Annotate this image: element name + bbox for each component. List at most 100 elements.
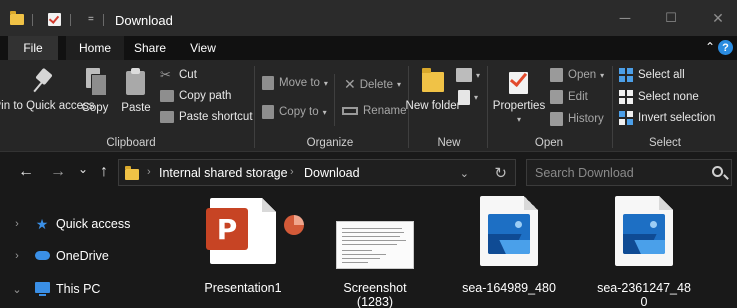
copy-path-button[interactable]: Copy path <box>160 90 231 102</box>
chevron-down-icon: ▾ <box>474 93 479 102</box>
customize-quick-access-button[interactable]: = <box>88 11 94 27</box>
divider <box>612 66 613 148</box>
group-label-open: Open <box>534 137 564 149</box>
tab-home[interactable]: Home <box>66 36 124 60</box>
paste-icon <box>125 68 147 96</box>
rename-label: Rename <box>363 105 407 117</box>
image-file-icon <box>615 196 673 266</box>
file-name-line-2: (1283) <box>356 295 394 308</box>
invert-selection-label: Invert selection <box>638 112 716 124</box>
copy-button[interactable]: Copy <box>80 68 110 115</box>
address-dropdown-icon[interactable]: ⌄ <box>460 167 469 180</box>
select-all-label: Select all <box>638 69 685 81</box>
open-button[interactable]: Open ▾ <box>550 68 604 82</box>
tab-file[interactable]: File <box>8 36 58 60</box>
file-name: Screenshot <box>343 281 407 295</box>
easy-access-icon <box>458 90 470 105</box>
forward-arrow-icon[interactable]: → <box>50 163 66 181</box>
file-name: sea-164989_480 <box>462 281 556 295</box>
chevron-right-icon[interactable]: › <box>0 218 34 230</box>
picture-icon <box>623 214 665 254</box>
divider <box>103 14 104 26</box>
collapse-ribbon-icon[interactable]: ⌃ <box>705 40 715 54</box>
select-all-button[interactable]: Select all <box>619 68 685 82</box>
invert-selection-button[interactable]: Invert selection <box>619 111 715 125</box>
powerpoint-icon: P <box>206 208 248 250</box>
select-none-button[interactable]: Select none <box>619 90 699 104</box>
sidebar-item-label: OneDrive <box>56 249 109 263</box>
tab-view[interactable]: View <box>176 36 230 60</box>
window-title: Download <box>115 13 173 28</box>
paste-shortcut-button[interactable]: Paste shortcut <box>160 111 253 123</box>
cloud-icon <box>34 249 50 263</box>
refresh-icon[interactable]: ↻ <box>494 164 507 182</box>
properties-quick-access-icon[interactable] <box>48 11 61 27</box>
edit-button[interactable]: Edit <box>550 90 588 104</box>
divider <box>487 66 488 148</box>
history-button[interactable]: History <box>550 112 604 126</box>
open-label: Open <box>568 69 597 81</box>
new-item-icon <box>456 68 472 82</box>
paste-label: Paste <box>121 102 151 114</box>
help-icon[interactable]: ? <box>718 40 733 55</box>
image-file-icon <box>480 196 538 266</box>
close-button[interactable]: ✕ <box>703 8 733 28</box>
copy-icon <box>84 68 107 96</box>
chevron-down-icon: ▾ <box>396 80 401 89</box>
group-label-clipboard: Clipboard <box>106 137 156 149</box>
minimize-button[interactable]: ─ <box>610 8 640 28</box>
open-icon <box>550 68 563 82</box>
move-to-icon <box>262 76 274 90</box>
move-to-button[interactable]: Move to ▾ <box>262 76 328 90</box>
search-icon[interactable] <box>712 166 723 177</box>
sidebar-item-onedrive[interactable]: › OneDrive <box>0 245 170 267</box>
tab-share[interactable]: Share <box>124 36 176 60</box>
sidebar-item-quick-access[interactable]: › ★ Quick access <box>0 213 170 235</box>
select-all-icon <box>619 68 633 82</box>
cut-button[interactable]: ✂ Cut <box>160 68 197 82</box>
properties-icon <box>507 68 531 94</box>
search-input[interactable]: Search Download <box>526 159 732 186</box>
address-bar[interactable]: › Internal shared storage › Download ⌄ ↻ <box>118 159 516 186</box>
chevron-down-icon: ▾ <box>600 70 605 80</box>
maximize-button[interactable]: ☐ <box>656 8 686 28</box>
history-label: History <box>568 113 604 125</box>
divider <box>32 14 33 26</box>
rename-icon <box>342 107 358 115</box>
chevron-down-icon[interactable]: ⌄ <box>0 283 34 296</box>
file-item[interactable]: P Presentation1 <box>174 193 312 308</box>
paste-button[interactable]: Paste <box>120 68 152 115</box>
invert-selection-icon <box>619 111 633 125</box>
recent-locations-icon[interactable]: ⌄ <box>78 162 88 176</box>
file-name-line-2: 0 <box>640 295 648 308</box>
breadcrumb-item[interactable]: Internal shared storage <box>159 166 288 180</box>
chevron-down-icon: ▾ <box>476 70 481 80</box>
properties-button[interactable]: Properties ▾ <box>492 68 546 126</box>
navigation-pane: › ★ Quick access › OneDrive ⌄ This PC <box>0 193 170 308</box>
folder-icon <box>10 10 24 27</box>
chevron-right-icon[interactable]: › <box>0 250 34 262</box>
navigation-bar: ← → ⌄ ↑ › Internal shared storage › Down… <box>0 153 737 193</box>
sidebar-item-this-pc[interactable]: ⌄ This PC <box>0 278 170 300</box>
new-folder-button[interactable]: New folder <box>406 68 460 113</box>
ribbon-tabs: File Home Share View ⌃ ? <box>0 36 737 60</box>
copy-path-icon <box>160 90 174 102</box>
file-item[interactable]: Screenshot (1283) <box>306 193 444 308</box>
new-item-button[interactable]: ▾ <box>456 68 480 82</box>
pin-to-quick-access-button[interactable]: Pin to Quick access <box>0 68 95 113</box>
copy-to-button[interactable]: Copy to ▾ <box>262 105 327 119</box>
up-arrow-icon[interactable]: ↑ <box>100 163 108 181</box>
rename-button[interactable]: Rename <box>342 105 406 117</box>
file-item[interactable]: sea-2361247_48 0 <box>575 193 713 308</box>
easy-access-button[interactable]: ▾ <box>458 90 478 105</box>
breadcrumb-item[interactable]: Download <box>304 166 360 180</box>
pie-icon <box>284 215 304 235</box>
delete-button[interactable]: ✕ Delete ▾ <box>344 76 401 93</box>
paste-shortcut-icon <box>160 111 174 123</box>
history-icon <box>550 112 563 126</box>
properties-label: Properties <box>492 100 546 112</box>
file-item[interactable]: sea-164989_480 <box>440 193 578 308</box>
screenshot-thumbnail <box>336 221 414 269</box>
back-arrow-icon[interactable]: ← <box>18 163 34 181</box>
chevron-down-icon: ▾ <box>322 107 327 117</box>
